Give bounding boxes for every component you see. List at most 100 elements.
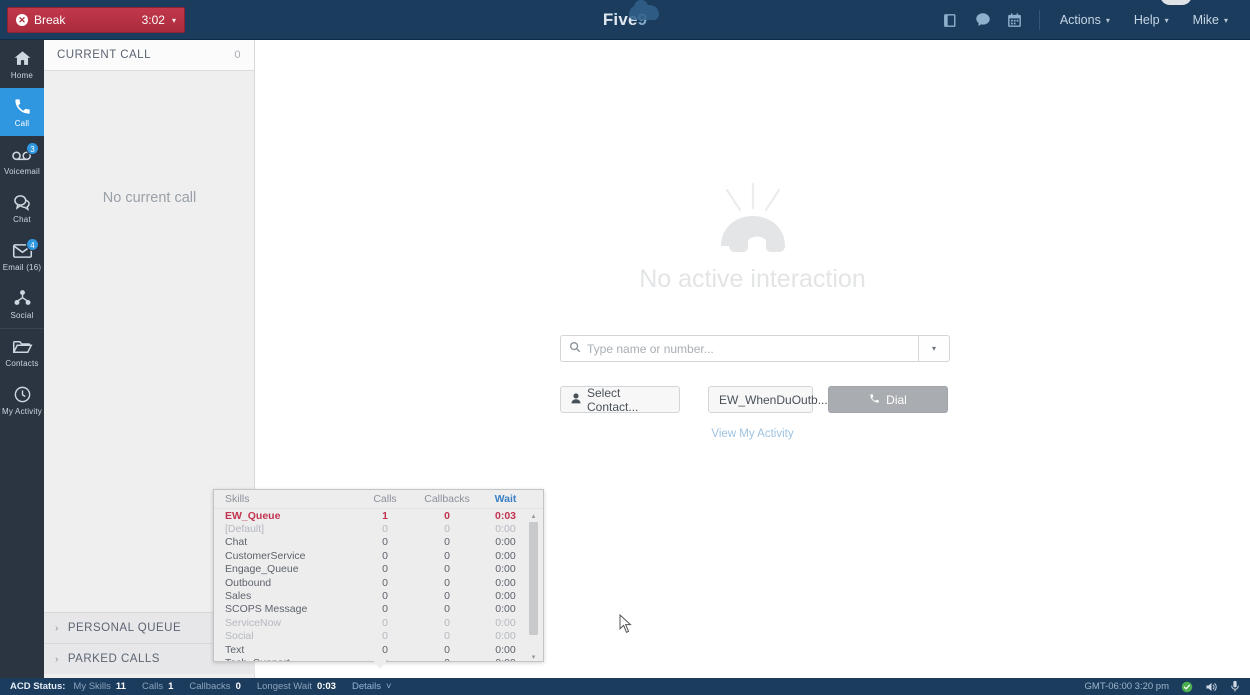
dial-button-row: Select Contact... EW_WhenDuOutb... ▾ Dia… <box>560 386 950 414</box>
calls-value: 0 <box>382 603 388 616</box>
table-row[interactable]: CustomerService 0 0 0:00 <box>214 549 543 562</box>
table-row[interactable]: Social 0 0 0:00 <box>214 630 543 643</box>
timezone-time: GMT-06:00 3:20 pm <box>1084 681 1169 692</box>
table-row[interactable]: Outbound 0 0 0:00 <box>214 576 543 589</box>
wait-value: 0:00 <box>495 576 516 589</box>
sidebar-item-label: Home <box>10 70 34 80</box>
metric-key-calls: Calls <box>141 681 164 692</box>
chevron-down-icon[interactable]: ˅ <box>386 681 392 692</box>
wait-value: 0:00 <box>495 549 516 562</box>
chevron-down-icon[interactable]: ▾ <box>172 16 176 25</box>
sidebar-item-call[interactable]: Call <box>0 88 44 136</box>
wait-value: 0:03 <box>494 509 516 522</box>
menu-actions[interactable]: Actions ▾ <box>1048 0 1122 40</box>
section-label: PERSONAL QUEUE <box>67 622 182 634</box>
scroll-up-icon[interactable]: ▴ <box>528 511 539 520</box>
dial-button[interactable]: Dial <box>828 386 948 413</box>
table-row[interactable]: [Default] 0 0 0:00 <box>214 522 543 535</box>
calls-value: 0 <box>382 630 388 643</box>
column-header-calls[interactable]: Calls <box>354 493 416 505</box>
table-row[interactable]: Engage_Queue 0 0 0:00 <box>214 563 543 576</box>
view-my-activity-link[interactable]: View My Activity <box>255 428 1250 440</box>
calls-value: 0 <box>382 616 388 629</box>
sidebar-item-my-activity[interactable]: My Activity <box>0 376 44 424</box>
clock-icon <box>13 385 32 405</box>
wait-value: 0:00 <box>495 590 516 603</box>
calendar-icon[interactable] <box>999 0 1031 40</box>
table-row[interactable]: Sales 0 0 0:00 <box>214 589 543 602</box>
skills-scrollbar[interactable]: ▴ ▾ <box>528 511 539 661</box>
sidebar-item-label: Contacts <box>5 359 39 368</box>
break-status-button[interactable]: ✕ Break 3:02 ▾ <box>7 7 185 33</box>
menu-help-label: Help <box>1133 13 1160 27</box>
sidebar-item-label: Social <box>10 310 34 320</box>
sidebar-item-label: Chat <box>13 214 31 224</box>
sidebar-item-home[interactable]: Home <box>0 40 44 88</box>
status-bar: ACD Status: My Skills 11 Calls 1 Callbac… <box>0 678 1250 695</box>
mouse-cursor <box>619 613 633 639</box>
callbacks-value: 0 <box>444 509 450 522</box>
menu-help[interactable]: Help ▾ <box>1122 0 1181 40</box>
connection-ok-icon[interactable] <box>1181 681 1193 693</box>
metric-value-longest-wait: 0:03 <box>316 681 336 692</box>
table-row[interactable]: ServiceNow 0 0 0:00 <box>214 616 543 629</box>
directory-book-icon[interactable] <box>935 0 967 40</box>
calls-value: 0 <box>382 643 388 656</box>
home-icon <box>13 49 32 69</box>
break-timer: 3:02 <box>141 13 165 27</box>
table-row[interactable]: SCOPS Message 0 0 0:00 <box>214 603 543 616</box>
sidebar-item-label: Email (16) <box>2 262 42 272</box>
menu-user[interactable]: Mike ▾ <box>1181 0 1240 40</box>
sidebar-item-social[interactable]: Social <box>0 280 44 328</box>
search-input[interactable] <box>587 341 910 356</box>
search-dropdown-button[interactable]: ▾ <box>918 335 950 362</box>
no-current-call-text: No current call <box>102 190 197 206</box>
table-row[interactable]: Text 0 0 0:00 <box>214 643 543 656</box>
calls-value: 0 <box>382 523 388 536</box>
sidebar-item-label: My Activity <box>2 406 42 416</box>
sidebar-item-chat[interactable]: Chat <box>0 184 44 232</box>
speaker-icon[interactable] <box>1205 681 1218 693</box>
scroll-track[interactable] <box>528 520 539 652</box>
wait-value: 0:00 <box>495 536 516 549</box>
search-field-wrapper[interactable] <box>560 335 918 362</box>
skill-name: Sales <box>225 590 252 603</box>
calls-value: 0 <box>382 549 388 562</box>
column-header-wait[interactable]: Wait <box>478 493 533 505</box>
wait-value: 0:00 <box>495 616 516 629</box>
table-row[interactable]: Chat 0 0 0:00 <box>214 536 543 549</box>
metric-value-calls: 1 <box>168 681 174 692</box>
callbacks-value: 0 <box>416 657 478 661</box>
menu-user-label: Mike <box>1192 13 1219 27</box>
scroll-down-icon[interactable]: ▾ <box>528 652 539 661</box>
sidebar-item-email[interactable]: 4 Email (16) <box>0 232 44 280</box>
scroll-thumb[interactable] <box>529 522 538 635</box>
brand-nine: 9 <box>637 10 648 29</box>
callbacks-value: 0 <box>444 536 450 549</box>
chat-bubble-icon[interactable] <box>967 0 999 40</box>
sidebar-item-contacts[interactable]: Contacts <box>0 328 44 376</box>
panel-title: CURRENT CALL <box>57 49 151 61</box>
close-circle-icon[interactable]: ✕ <box>16 14 28 26</box>
column-header-callbacks[interactable]: Callbacks <box>416 493 478 505</box>
metric-key-longest-wait: Longest Wait <box>256 681 312 692</box>
chevron-right-icon: › <box>55 622 59 634</box>
voicemail-badge: 3 <box>26 142 39 155</box>
calls-value: 0 <box>382 536 388 549</box>
microphone-icon[interactable] <box>1230 680 1240 693</box>
callbacks-value: 0 <box>444 643 450 656</box>
callbacks-value: 0 <box>444 616 450 629</box>
chevron-down-icon: ▾ <box>1223 15 1228 25</box>
details-link[interactable]: Details <box>352 681 381 692</box>
page-title: No active interaction <box>639 265 866 293</box>
callbacks-value: 0 <box>444 590 450 603</box>
sidebar-item-voicemail[interactable]: 3 Voicemail <box>0 136 44 184</box>
campaign-select-button[interactable]: EW_WhenDuOutb... ▾ <box>708 386 837 413</box>
brand-text: Five <box>602 10 638 29</box>
column-header-skills[interactable]: Skills <box>225 493 354 505</box>
wait-value: 0:00 <box>495 603 516 616</box>
left-nav-rail: Home Call 3 Voicemail Chat 4 Email (16) … <box>0 40 44 678</box>
select-contact-button[interactable]: Select Contact... <box>560 386 680 414</box>
acd-status-label: ACD Status: <box>10 681 66 692</box>
table-row[interactable]: EW_Queue 1 0 0:03 <box>214 509 543 522</box>
